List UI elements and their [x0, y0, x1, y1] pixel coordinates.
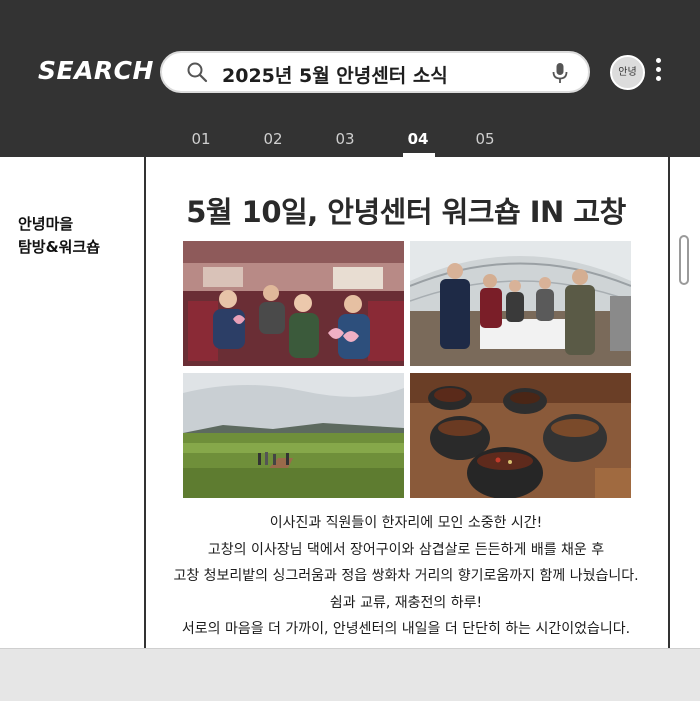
post-body-line-2: 고창의 이사장님 댁에서 장어구이와 삼겹살로 든든하게 배를 채운 후: [207, 541, 605, 558]
post-title: 5월 10일, 안녕센터 워크숍 IN 고창: [186, 195, 626, 229]
search-input[interactable]: 2025년 5월 안녕센터 소식: [160, 51, 590, 93]
bus-group-photo: [183, 241, 404, 366]
tab-01[interactable]: 01: [181, 130, 221, 148]
tab-02[interactable]: 02: [253, 130, 293, 148]
more-options-icon[interactable]: [653, 58, 663, 86]
mugwort-tea-photo: [410, 373, 631, 498]
greenhouse-lunch-photo: [410, 241, 631, 366]
sidebar-title-line-1: 안녕마을: [18, 215, 74, 233]
post-body-line-3: 고창 청보리밭의 싱그러움과 정읍 쌍화차 거리의 향기로움까지 함께 나눴습니…: [173, 568, 639, 584]
microphone-icon[interactable]: [550, 61, 570, 85]
search-logo[interactable]: SEARCH: [38, 56, 154, 85]
scrollbar-thumb[interactable]: [679, 235, 689, 285]
sidebar-title-line-2: 탐방&워크숍: [18, 238, 101, 256]
footer-bar: [0, 648, 700, 701]
tab-bar: 01 02 03 04 05: [0, 130, 700, 157]
barley-field-photo: [183, 373, 404, 498]
tab-03[interactable]: 03: [325, 130, 365, 148]
avatar[interactable]: 안녕: [610, 55, 645, 90]
sidebar-title: 안녕마을 탐방&워크숍: [18, 213, 100, 259]
post-content: 5월 10일, 안녕센터 워크숍 IN 고창 이사진과 직원들이 한자리에 모인…: [146, 157, 670, 648]
scrollbar-track[interactable]: [670, 157, 700, 648]
sidebar: 안녕마을 탐방&워크숍: [0, 157, 146, 648]
post-body-line-4: 쉼과 교류, 재충전의 하루!: [329, 594, 483, 611]
search-query-text[interactable]: 2025년 5월 안녕센터 소식: [222, 61, 448, 88]
search-icon[interactable]: [186, 61, 208, 83]
tab-04[interactable]: 04: [398, 130, 438, 148]
post-body-line-1: 이사진과 직원들이 한자리에 모인 소중한 시간!: [269, 515, 543, 531]
tab-05[interactable]: 05: [465, 130, 505, 148]
post-body: 이사진과 직원들이 한자리에 모인 소중한 시간! 고창의 이사장님 댁에서 장…: [146, 510, 666, 643]
post-body-line-5: 서로의 마음을 더 가까이, 안녕센터의 내일을 더 단단히 하는 시간이었습니…: [181, 621, 631, 637]
